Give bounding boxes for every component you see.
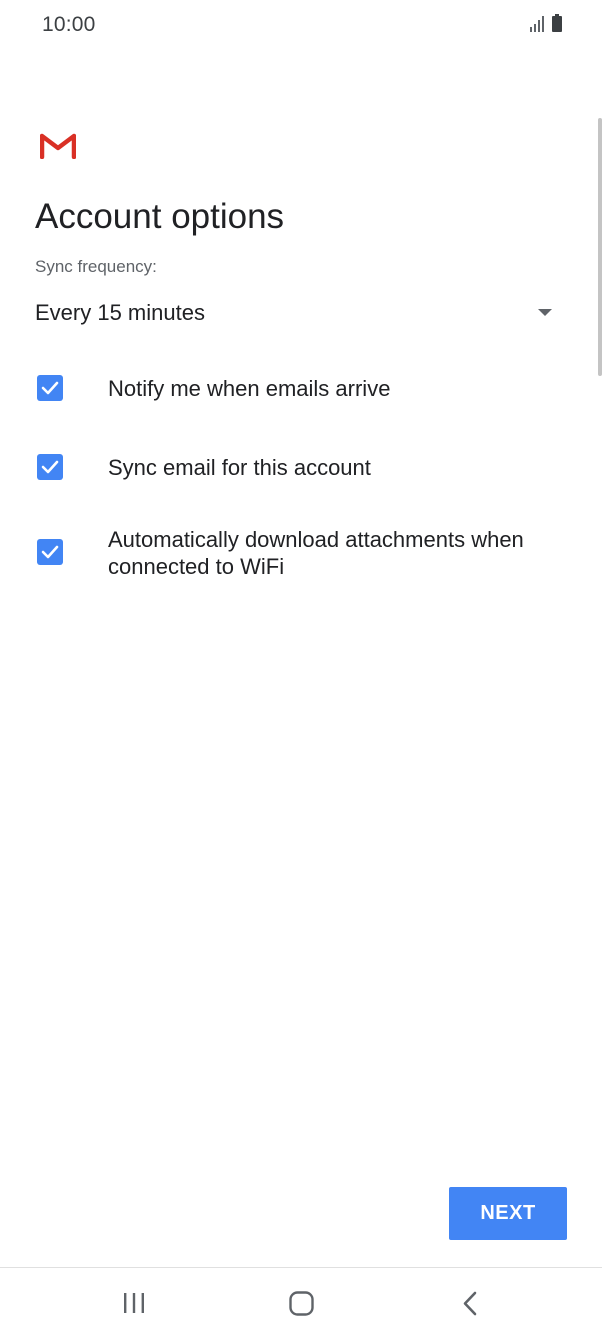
status-time: 10:00 [42,13,96,36]
signal-icon [530,15,544,32]
status-icons [530,14,562,32]
sync-frequency-label: Sync frequency: [35,257,157,276]
back-icon[interactable] [460,1291,480,1316]
navigation-bar [0,1268,602,1337]
page-title: Account options [35,197,285,236]
auto-download-label: Automatically download attachments when … [108,527,524,579]
notify-checkbox[interactable] [37,375,63,401]
sync-frequency-dropdown[interactable]: Every 15 minutes [35,296,555,332]
sync-frequency-value: Every 15 minutes [35,300,205,325]
home-icon[interactable] [289,1291,314,1316]
notify-label: Notify me when emails arrive [108,376,391,401]
option-sync-email[interactable]: Sync email for this account [0,444,602,490]
next-button[interactable]: NEXT [449,1187,567,1240]
option-notify-emails[interactable]: Notify me when emails arrive [0,366,602,410]
dropdown-arrow-icon [538,309,552,316]
sync-email-label: Sync email for this account [108,455,371,480]
check-icon [41,460,59,474]
check-icon [41,381,59,395]
auto-download-checkbox[interactable] [37,539,63,565]
sync-email-checkbox[interactable] [37,454,63,480]
gmail-logo [39,133,77,160]
option-auto-download[interactable]: Automatically download attachments when … [0,520,602,590]
recents-icon[interactable] [122,1292,146,1314]
scrollbar[interactable] [598,118,602,376]
battery-icon [552,14,562,32]
check-icon [41,545,59,559]
status-bar: 10:00 [0,0,602,52]
